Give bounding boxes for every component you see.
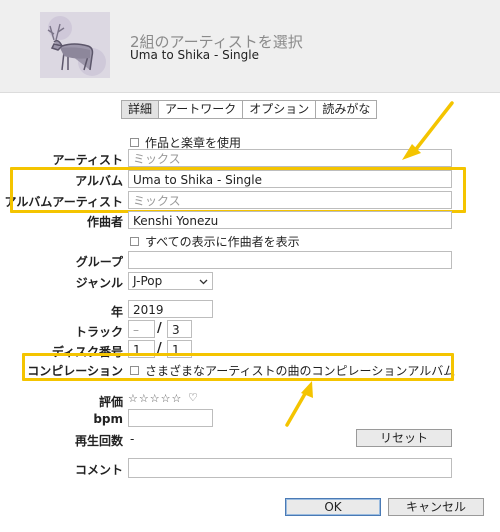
annotation-arrow-bottom (285, 381, 313, 427)
annotation-arrow-top (402, 101, 454, 160)
annotation-arrows (285, 101, 454, 427)
